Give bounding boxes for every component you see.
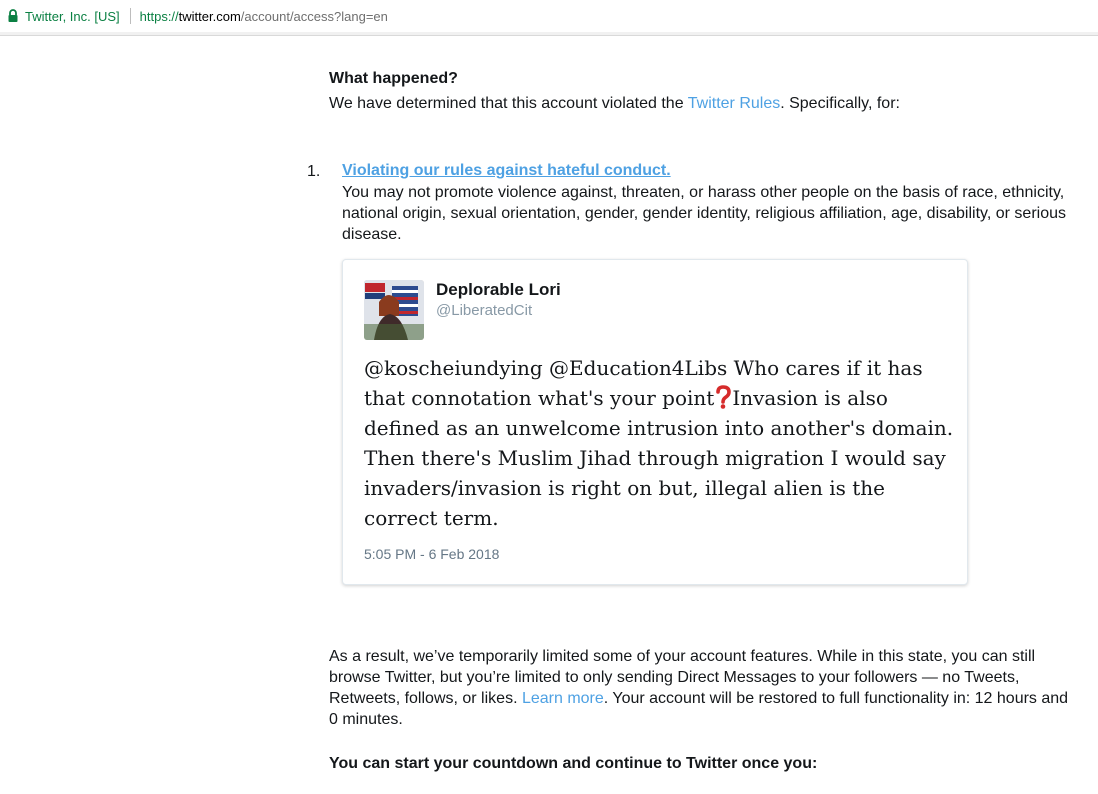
violation-title-link[interactable]: Violating our rules against hateful cond… [342,160,1067,181]
url-host: twitter.com [178,8,241,24]
site-identity: Twitter, Inc. [US] [25,8,120,24]
embedded-tweet-card[interactable]: Deplorable Lori @LiberatedCit @koscheiun… [342,259,968,585]
url-scheme: https:// [139,8,179,24]
countdown-heading: You can start your countdown and continu… [329,755,818,772]
avatar[interactable] [364,280,424,340]
tweet-author-handle[interactable]: @LiberatedCit [436,302,532,319]
tweet-timestamp[interactable]: 5:05 PM - 6 Feb 2018 [364,546,499,562]
what-happened-section: What happened? We have determined that t… [329,68,1069,114]
intro-text: We have determined that this account vio… [329,93,1069,114]
violation-body: Violating our rules against hateful cond… [342,160,1067,245]
browser-address-bar[interactable]: Twitter, Inc. [US] https://twitter.com/a… [0,0,1098,36]
section-heading: What happened? [329,70,458,87]
result-paragraph: As a result, we’ve temporarily limited s… [329,646,1069,730]
violation-description: You may not promote violence against, th… [342,184,1066,243]
red-question-mark-icon [714,385,732,409]
intro-text-after: . Specifically, for: [780,95,900,112]
intro-text-before: We have determined that this account vio… [329,95,688,112]
tweet-text: @koscheiundying @Education4Libs Who care… [364,353,954,533]
url-divider [129,8,131,24]
lock-icon [7,9,19,23]
twitter-rules-link[interactable]: Twitter Rules [688,95,780,112]
url-path: /account/access?lang=en [240,8,388,24]
tweet-author-name[interactable]: Deplorable Lori [436,280,561,300]
violation-number: 1. [307,163,321,180]
url-text[interactable]: https://twitter.com/account/access?lang=… [140,9,388,24]
learn-more-link[interactable]: Learn more [522,690,604,707]
